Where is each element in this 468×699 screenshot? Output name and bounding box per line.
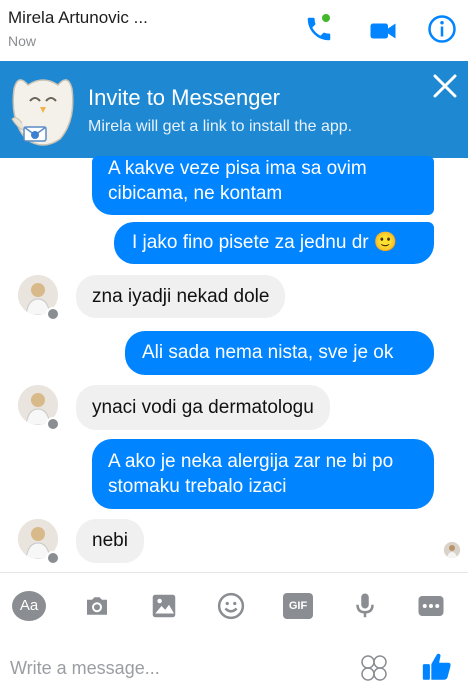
more-options-icon[interactable]: [416, 591, 446, 621]
text-style-label: Aa: [19, 597, 39, 614]
message-bubble-outgoing[interactable]: A kakve veze pisa ima sa ovim cibicama, …: [92, 156, 434, 215]
microphone-icon[interactable]: [350, 591, 380, 621]
message-text: I jako fino pisete za jednu dr: [132, 232, 369, 253]
banner-title: Invite to Messenger: [88, 85, 280, 110]
message-text: Ali sada nema nista, sve je ok: [142, 342, 394, 363]
message-composer: [0, 636, 468, 699]
message-bubble-outgoing[interactable]: Ali sada nema nista, sve je ok: [125, 331, 434, 375]
video-camera-icon[interactable]: [368, 16, 398, 46]
emoji-icon[interactable]: [216, 591, 246, 621]
contact-name[interactable]: Mirela Artunovic ...: [8, 8, 148, 28]
banner-subtitle: Mirela will get a link to install the ap…: [88, 118, 353, 135]
info-icon[interactable]: [427, 14, 457, 44]
smiley-emoji: 🙂: [373, 232, 398, 253]
close-icon[interactable]: [430, 71, 460, 101]
message-bubble-outgoing[interactable]: I jako fino pisete za jednu dr 🙂: [114, 222, 434, 264]
message-bubble-outgoing[interactable]: A ako je neka alergija zar ne bi po stom…: [92, 439, 434, 509]
message-text: nebi: [92, 530, 128, 551]
contact-status: Now: [8, 33, 37, 49]
text-style-button[interactable]: Aa: [12, 591, 46, 621]
composer-toolbar: Aa GIF: [0, 572, 468, 636]
message-bubble-incoming[interactable]: ynaci vodi ga dermatologu: [76, 385, 330, 430]
like-thumb-icon[interactable]: [420, 650, 454, 684]
messenger-badge-icon: [46, 307, 60, 321]
message-text: A ako je neka alergija zar ne bi po stom…: [108, 451, 394, 497]
messenger-badge-icon: [46, 417, 60, 431]
owl-mascot-icon: [11, 79, 74, 146]
message-text: ynaci vodi ga dermatologu: [92, 397, 314, 418]
messenger-badge-icon: [46, 551, 60, 565]
online-indicator: [322, 14, 330, 22]
message-thread: A kakve veze pisa ima sa ovim cibicama, …: [0, 156, 468, 570]
camera-icon[interactable]: [82, 591, 112, 621]
message-input[interactable]: [10, 652, 340, 684]
conversation-header: Mirela Artunovic ... Now: [0, 0, 468, 60]
gif-button[interactable]: GIF: [283, 593, 313, 619]
gallery-icon[interactable]: [149, 591, 179, 621]
message-text: zna iyadji nekad dole: [92, 286, 270, 307]
gif-label: GIF: [288, 600, 308, 612]
invite-banner[interactable]: Invite to Messenger Mirela will get a li…: [0, 61, 468, 158]
message-bubble-incoming[interactable]: zna iyadji nekad dole: [76, 275, 286, 318]
seen-photo: [444, 542, 460, 558]
sticker-faces-icon[interactable]: [360, 654, 388, 682]
seen-avatar: [444, 542, 460, 558]
message-bubble-incoming[interactable]: nebi: [76, 519, 144, 563]
message-text: A kakve veze pisa ima sa ovim cibicama, …: [108, 158, 367, 204]
